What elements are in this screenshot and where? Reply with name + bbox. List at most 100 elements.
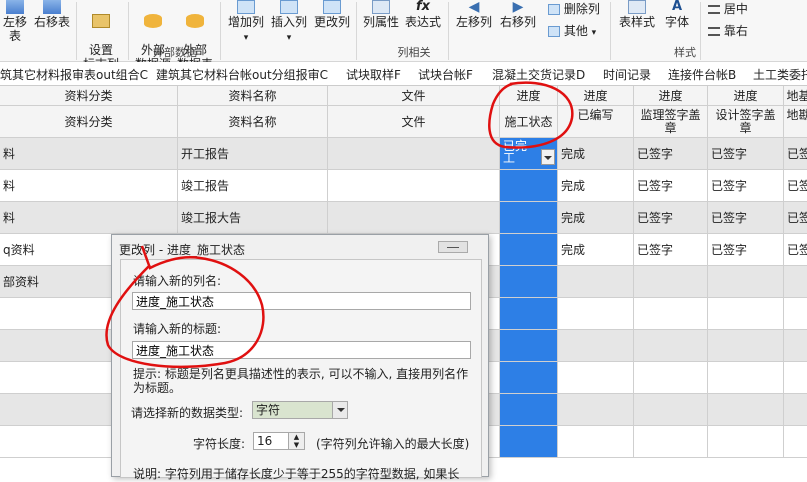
- table-cell[interactable]: [558, 266, 634, 298]
- table-cell[interactable]: [634, 362, 708, 394]
- move-column-right-button[interactable]: ▶ 右移列: [496, 0, 540, 46]
- table-cell[interactable]: 已签字: [708, 138, 784, 170]
- table-cell[interactable]: [328, 202, 500, 234]
- table-cell[interactable]: 已签: [784, 234, 807, 266]
- header-cell[interactable]: 进度: [634, 86, 708, 106]
- table-cell[interactable]: [784, 426, 807, 458]
- table-cell[interactable]: 已签字: [634, 138, 708, 170]
- header-cell[interactable]: 施工状态: [500, 106, 558, 138]
- table-cell[interactable]: [634, 330, 708, 362]
- table-cell[interactable]: [558, 298, 634, 330]
- table-cell[interactable]: 完成: [558, 234, 634, 266]
- table-cell[interactable]: 已签字: [708, 170, 784, 202]
- table-cell[interactable]: [500, 394, 558, 426]
- table-cell[interactable]: [634, 426, 708, 458]
- table-cell[interactable]: [558, 426, 634, 458]
- table-cell[interactable]: [784, 394, 807, 426]
- table-cell[interactable]: 已签字: [708, 202, 784, 234]
- table-cell[interactable]: [500, 234, 558, 266]
- table-cell[interactable]: [328, 170, 500, 202]
- table-style-button[interactable]: 表样式: [614, 0, 660, 46]
- column-properties-button[interactable]: 列属性: [360, 0, 402, 46]
- header-cell[interactable]: 进度: [500, 86, 558, 106]
- table-cell[interactable]: 完成: [558, 202, 634, 234]
- font-button[interactable]: A 字体: [660, 0, 694, 46]
- set-flag-column-button[interactable]: 设置 标志列: [80, 0, 122, 71]
- insert-column-button[interactable]: 插入列 ▾: [268, 0, 310, 46]
- tab-sheet-3[interactable]: 试块取样F: [346, 66, 401, 83]
- table-cell[interactable]: 已签: [784, 202, 807, 234]
- align-right-button[interactable]: 靠右: [708, 24, 748, 38]
- table-cell[interactable]: [500, 170, 558, 202]
- table-cell[interactable]: 完成: [558, 170, 634, 202]
- table-cell[interactable]: [500, 362, 558, 394]
- table-cell[interactable]: 竣工报告: [178, 170, 328, 202]
- chevron-down-icon[interactable]: [541, 149, 555, 165]
- align-center-button[interactable]: 居中: [708, 2, 748, 16]
- tab-sheet-2[interactable]: 建筑其它材料台帐out分组报审C: [156, 66, 328, 83]
- other-dropdown-button[interactable]: 其他 ▾: [548, 24, 596, 40]
- table-cell[interactable]: 料: [0, 170, 178, 202]
- column-name-input[interactable]: [132, 292, 471, 310]
- header-cell[interactable]: 地勘: [784, 106, 807, 138]
- table-cell[interactable]: [634, 298, 708, 330]
- table-cell[interactable]: [784, 330, 807, 362]
- table-cell[interactable]: [634, 266, 708, 298]
- table-cell[interactable]: 已签字: [708, 234, 784, 266]
- stepper-arrows-icon[interactable]: ▲ ▼: [288, 433, 304, 449]
- table-cell[interactable]: [708, 330, 784, 362]
- length-stepper[interactable]: 16 ▲ ▼: [253, 432, 305, 450]
- table-cell[interactable]: 料: [0, 202, 178, 234]
- table-cell[interactable]: [558, 330, 634, 362]
- tab-sheet-1[interactable]: 筑其它材料报审表out组合C: [0, 66, 148, 83]
- table-cell[interactable]: [784, 266, 807, 298]
- table-cell[interactable]: [708, 426, 784, 458]
- expression-button[interactable]: fx 表达式: [402, 0, 444, 46]
- table-cell[interactable]: 完成: [558, 138, 634, 170]
- table-cell[interactable]: 已签字: [634, 234, 708, 266]
- minimize-button[interactable]: [438, 241, 468, 253]
- table-cell[interactable]: [500, 298, 558, 330]
- header-cell[interactable]: 资料名称: [178, 106, 328, 138]
- table-cell[interactable]: [500, 266, 558, 298]
- change-column-button[interactable]: 更改列: [310, 0, 354, 46]
- header-cell[interactable]: 进度: [558, 86, 634, 106]
- table-cell[interactable]: 料: [0, 138, 178, 170]
- table-cell[interactable]: 已签: [784, 138, 807, 170]
- tab-sheet-5[interactable]: 混凝土交货记录D: [492, 66, 585, 83]
- tab-sheet-6[interactable]: 时间记录: [603, 66, 651, 83]
- caption-input[interactable]: [132, 341, 471, 359]
- table-cell[interactable]: [558, 394, 634, 426]
- header-cell[interactable]: 文件: [328, 106, 500, 138]
- header-cell[interactable]: 资料分类: [0, 86, 178, 106]
- add-column-button[interactable]: 增加列 ▾: [224, 0, 268, 46]
- table-cell[interactable]: 竣工报大告: [178, 202, 328, 234]
- data-type-select[interactable]: 字符: [252, 401, 348, 419]
- table-cell[interactable]: [708, 266, 784, 298]
- table-cell[interactable]: [500, 330, 558, 362]
- external-datatable-button[interactable]: 外部 数据表: [174, 0, 216, 71]
- move-column-left-button[interactable]: ◀ 左移列: [452, 0, 496, 46]
- external-datasource-button[interactable]: 外部 数据源: [132, 0, 174, 71]
- table-cell[interactable]: 已签字: [634, 170, 708, 202]
- header-cell[interactable]: 地基: [784, 86, 807, 106]
- table-cell[interactable]: [634, 394, 708, 426]
- table-cell[interactable]: [500, 202, 558, 234]
- header-cell[interactable]: 资料分类: [0, 106, 178, 138]
- delete-column-button[interactable]: 删除列: [548, 2, 600, 16]
- tab-sheet-8[interactable]: 土工类委托: [753, 66, 807, 83]
- table-cell[interactable]: [784, 298, 807, 330]
- table-cell[interactable]: [784, 362, 807, 394]
- table-cell[interactable]: [500, 426, 558, 458]
- header-cell[interactable]: 设计签字盖 章: [708, 106, 784, 138]
- header-cell[interactable]: 已编写: [558, 106, 634, 138]
- tab-sheet-7[interactable]: 连接件台帐B: [668, 66, 736, 83]
- header-cell[interactable]: 文件: [328, 86, 500, 106]
- table-cell[interactable]: [708, 394, 784, 426]
- move-table-right-button[interactable]: 右移表: [32, 0, 72, 46]
- header-cell[interactable]: 监理签字盖 章: [634, 106, 708, 138]
- tab-sheet-4[interactable]: 试块台帐F: [418, 66, 473, 83]
- table-cell[interactable]: 开工报告: [178, 138, 328, 170]
- table-cell[interactable]: [708, 362, 784, 394]
- header-cell[interactable]: 资料名称: [178, 86, 328, 106]
